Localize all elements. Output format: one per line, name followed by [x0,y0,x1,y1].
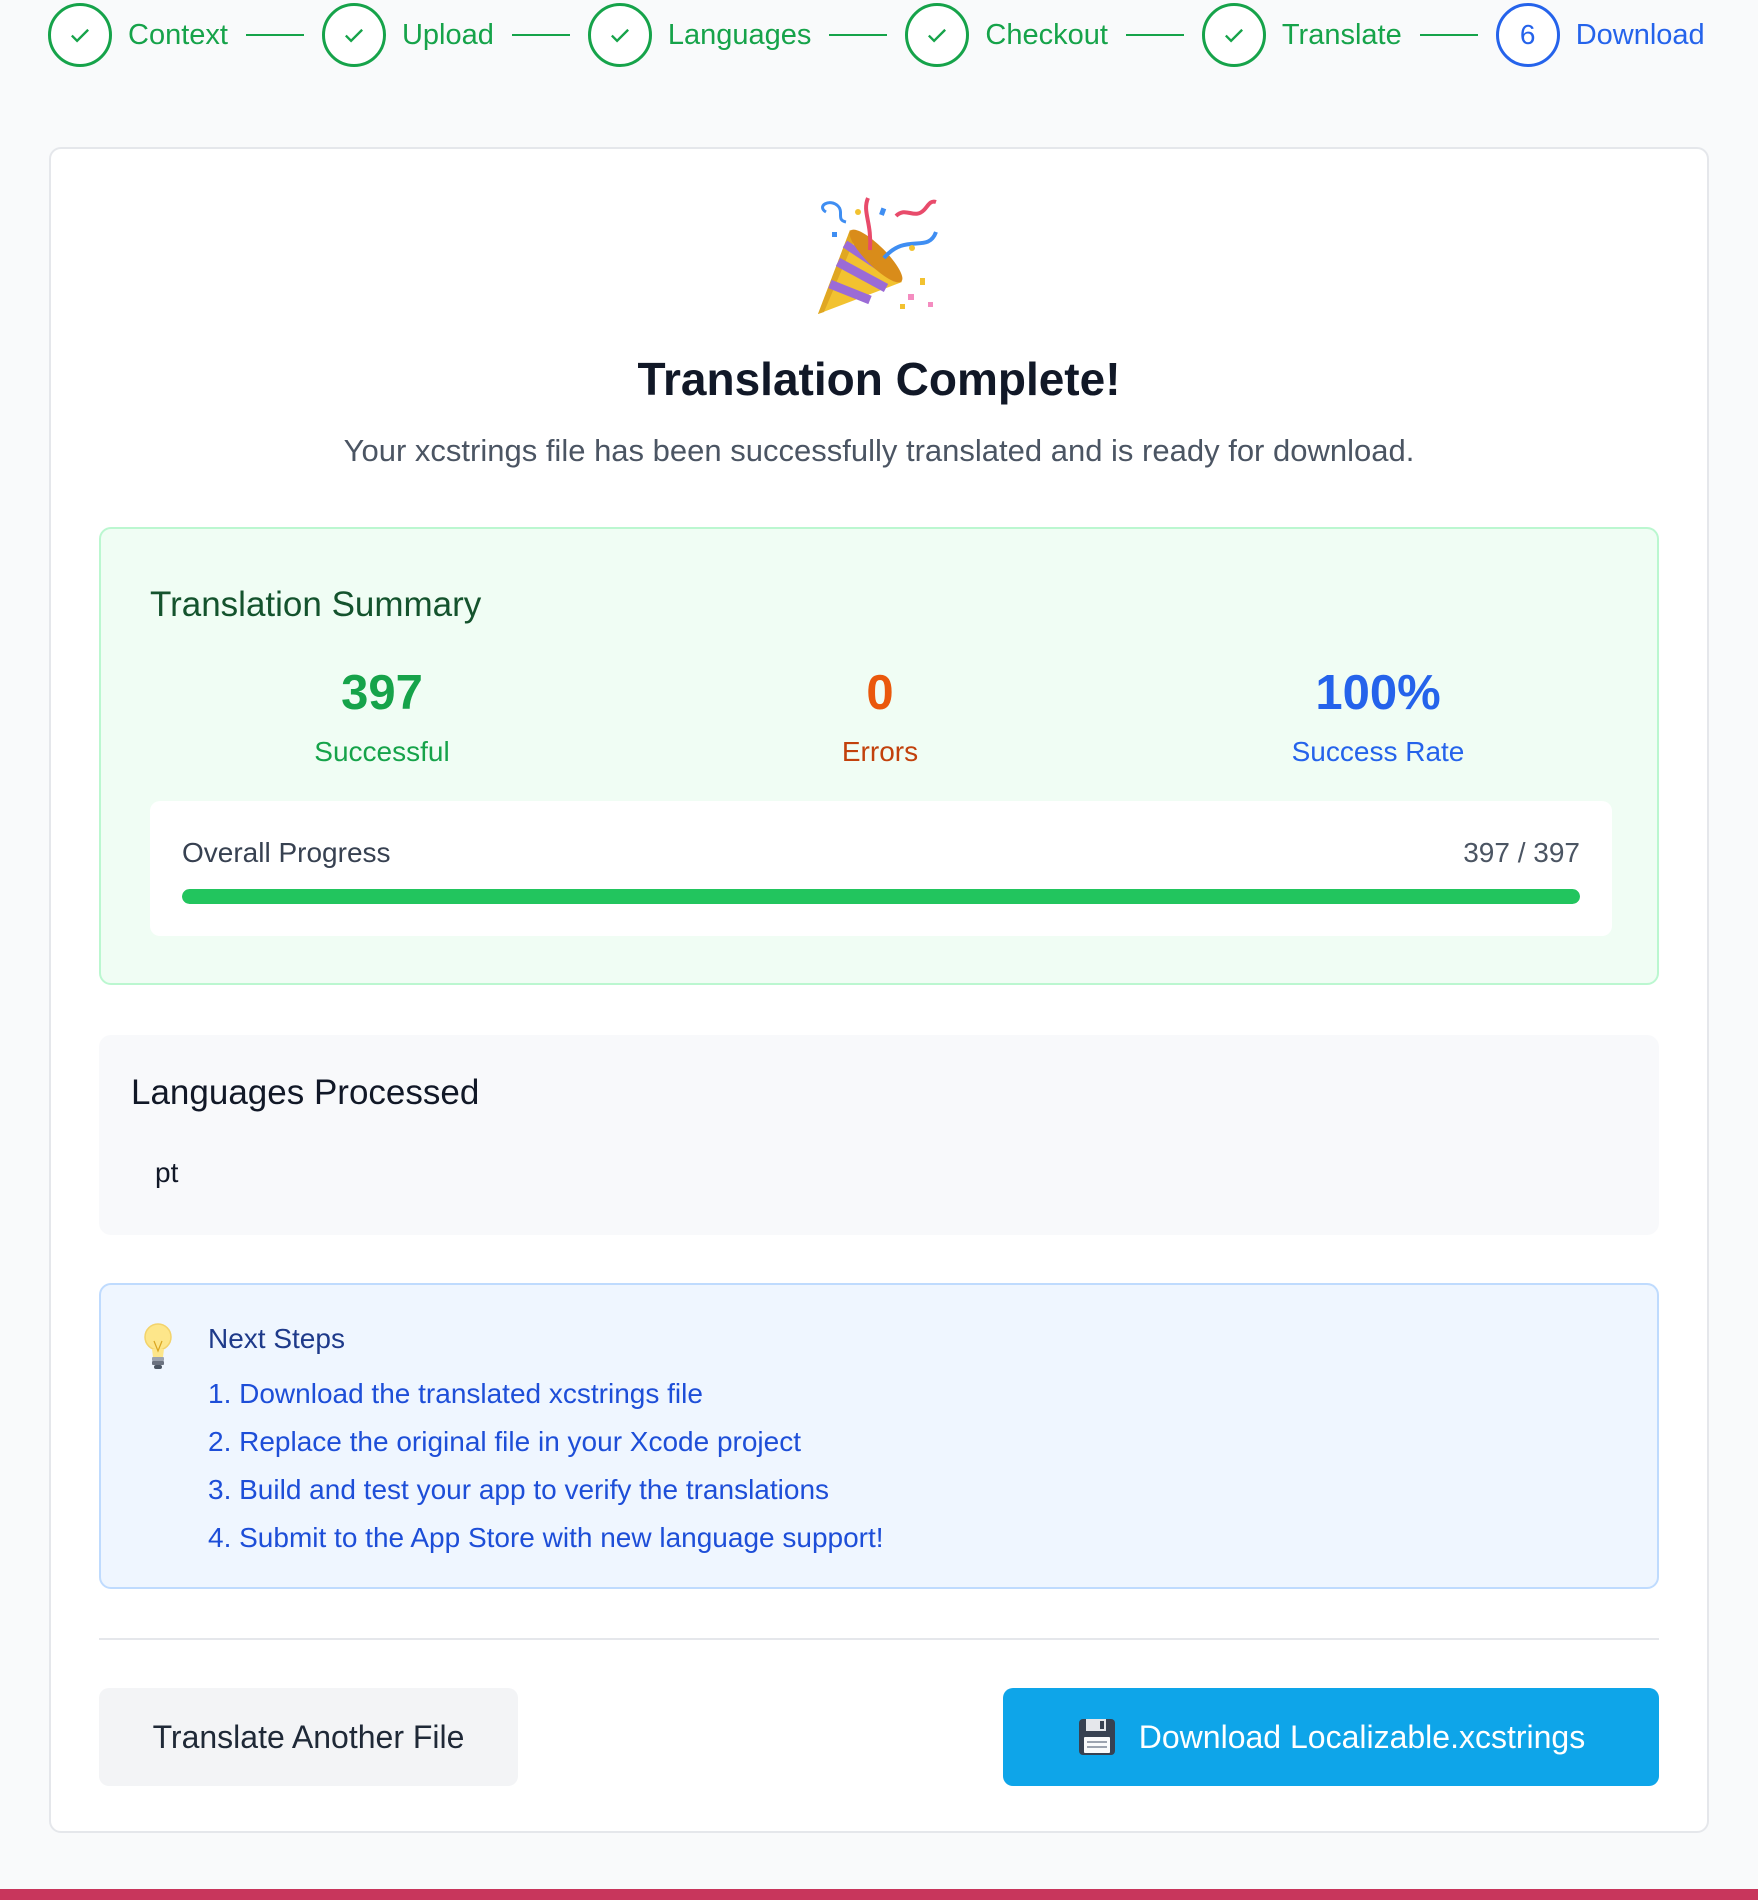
progress-stepper: Context Upload Languages Checkout Transl… [48,0,1705,70]
page-subtitle: Your xcstrings file has been successfull… [343,433,1415,468]
checkmark-icon [587,3,652,67]
floppy-disk-icon [1078,1719,1115,1755]
languages-title: Languages Processed [131,1073,480,1112]
errors-count: 0 [866,666,894,720]
step-label: Download [1575,18,1705,51]
step-connector [1419,34,1478,36]
translate-another-file-button[interactable]: Translate Another File [99,1688,518,1786]
lightbulb-icon [144,1323,172,1369]
window-bottom-strip [0,1889,1758,1900]
next-steps-panel: Next Steps 1. Download the translated xc… [99,1283,1659,1589]
next-step-item: 3. Build and test your app to verify the… [208,1474,830,1505]
next-steps-list: 1. Download the translated xcstrings fil… [208,1377,884,1569]
step-context[interactable]: Context [48,3,228,67]
checkmark-icon [905,3,970,67]
step-translate[interactable]: Translate [1201,3,1402,67]
divider [99,1638,1659,1640]
errors-stat: 0 Errors [680,669,1080,768]
checkmark-icon [1201,3,1266,67]
successful-label: Successful [314,736,450,767]
step-connector [245,34,304,36]
progress-track [182,889,1580,904]
success-rate-label: Success Rate [1291,736,1465,767]
next-step-item: 4. Submit to the App Store with new lang… [208,1522,884,1553]
checkmark-icon [321,3,386,67]
checkmark-icon [48,3,112,67]
party-popper-icon [818,197,938,314]
button-label: Download Localizable.xcstrings [1138,1718,1586,1755]
step-label: Upload [401,18,494,51]
next-step-item: 1. Download the translated xcstrings fil… [208,1378,703,1409]
languages-processed-panel: Languages Processed pt [99,1035,1659,1235]
progress-count: 397 / 397 [1463,837,1580,868]
step-label: Translate [1281,18,1402,51]
step-connector [511,34,570,36]
success-rate-value: 100% [1315,666,1441,720]
step-checkout[interactable]: Checkout [905,3,1108,67]
step-upload[interactable]: Upload [321,3,494,67]
step-connector [1125,34,1184,36]
download-button[interactable]: Download Localizable.xcstrings [1003,1688,1659,1786]
step-number: 6 [1495,3,1560,67]
summary-title: Translation Summary [150,585,482,624]
errors-label: Errors [841,736,919,767]
successful-count: 397 [341,666,423,720]
page-title: Translation Complete! [637,353,1121,405]
overall-progress: Overall Progress 397 / 397 [150,801,1612,936]
next-step-item: 2. Replace the original file in your Xco… [208,1426,802,1457]
translation-summary-panel: Translation Summary 397 Successful 0 Err… [99,527,1659,985]
step-languages[interactable]: Languages [587,3,812,67]
step-label: Checkout [985,18,1108,51]
successful-stat: 397 Successful [182,669,582,768]
success-rate-stat: 100% Success Rate [1178,669,1578,768]
button-label: Translate Another File [152,1718,465,1755]
next-steps-title: Next Steps [208,1323,345,1354]
language-item: pt [155,1157,179,1188]
step-connector [829,34,888,36]
step-label: Languages [667,18,812,51]
step-label: Context [128,18,228,51]
progress-label: Overall Progress [182,837,391,868]
progress-fill [182,889,1580,904]
step-download[interactable]: 6 Download [1495,3,1705,67]
